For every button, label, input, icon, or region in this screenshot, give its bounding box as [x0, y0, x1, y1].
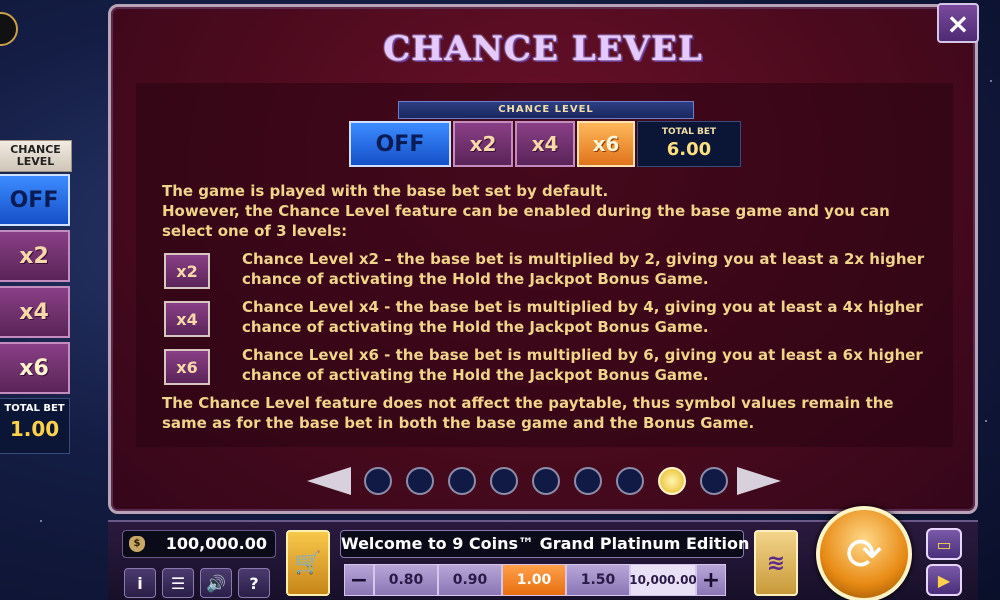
bet-selector: − 0.80 0.90 1.00 1.50 10,000.00 +	[344, 564, 726, 598]
star	[985, 420, 987, 422]
dialog-title: CHANCE LEVEL	[383, 29, 703, 69]
chance-level-dialog: CHANCE LEVEL × CHANCE LEVEL OFF x2 x4 x6…	[108, 3, 979, 514]
intro-line: The game is played with the base bet set…	[162, 182, 609, 200]
star	[40, 520, 42, 522]
page-dot[interactable]	[616, 467, 644, 495]
x4-level-icon: x4	[164, 301, 210, 337]
page-dots	[364, 467, 742, 495]
level-item-x2: x2 Chance Level x2 – the base bet is mul…	[164, 249, 934, 289]
page-navigation	[111, 463, 975, 499]
turbo-icon[interactable]: ▭	[926, 528, 962, 560]
page-dot[interactable]	[364, 467, 392, 495]
level-item-x6: x6 Chance Level x6 - the base bet is mul…	[164, 345, 934, 385]
side-chance-off-button[interactable]: OFF	[0, 174, 70, 226]
selector-total-bet: TOTAL BET 6.00	[637, 121, 741, 167]
x2-level-icon: x2	[164, 253, 210, 289]
prev-page-arrow-icon[interactable]	[307, 467, 351, 495]
selector-x6-button[interactable]: x6	[577, 121, 635, 167]
side-chance-x2-button[interactable]: x2	[0, 230, 70, 282]
menu-icon[interactable]: ☰	[162, 568, 194, 598]
bet-option[interactable]: 1.50	[566, 564, 630, 596]
selector-x2-button[interactable]: x2	[453, 121, 513, 167]
page-dot[interactable]	[574, 467, 602, 495]
star	[990, 80, 992, 82]
balance-display: $ 100,000.00	[122, 530, 276, 558]
bet-option-max[interactable]: 10,000.00	[629, 564, 697, 596]
page-dot[interactable]	[532, 467, 560, 495]
help-content-panel: CHANCE LEVEL OFF x2 x4 x6 TOTAL BET 6.00…	[136, 83, 953, 447]
help-icon[interactable]: ?	[238, 568, 270, 598]
page-dot-active[interactable]	[658, 467, 686, 495]
bet-option[interactable]: 0.80	[374, 564, 438, 596]
selector-header: CHANCE LEVEL	[398, 101, 694, 119]
selector-x4-button[interactable]: x4	[515, 121, 575, 167]
bet-option[interactable]: 0.90	[438, 564, 502, 596]
bottom-control-bar: $ 100,000.00 i ☰ 🔊 ? 🛒 Welcome to 9 Coin…	[108, 506, 978, 600]
outro-text: The Chance Level feature does not affect…	[162, 394, 894, 432]
info-icon[interactable]: i	[124, 568, 156, 598]
money-bag-icon: $	[129, 536, 145, 552]
shop-cart-icon[interactable]: 🛒	[286, 530, 330, 596]
side-total-bet-value: 1.00	[9, 417, 60, 441]
close-icon[interactable]: ×	[937, 3, 979, 43]
sound-icon[interactable]: 🔊	[200, 568, 232, 598]
side-chance-x6-button[interactable]: x6	[0, 342, 70, 394]
intro-text: The game is played with the base bet set…	[162, 181, 942, 241]
bet-increase-button[interactable]: +	[696, 564, 726, 596]
bet-option-selected[interactable]: 1.00	[502, 564, 566, 596]
level-description: Chance Level x4 - the base bet is multip…	[242, 298, 923, 336]
game-menu-button[interactable]	[0, 12, 18, 46]
level-description: Chance Level x6 - the base bet is multip…	[242, 346, 923, 384]
side-total-bet: TOTAL BET 1.00	[0, 398, 70, 454]
side-total-bet-label: TOTAL BET	[4, 403, 65, 414]
page-dot[interactable]	[490, 467, 518, 495]
selector-total-bet-value: 6.00	[666, 139, 712, 160]
page-dot[interactable]	[700, 467, 728, 495]
bet-decrease-button[interactable]: −	[344, 564, 374, 596]
play-icon[interactable]: ▶	[926, 564, 962, 596]
selector-off-button[interactable]: OFF	[349, 121, 451, 167]
level-description: Chance Level x2 – the base bet is multip…	[242, 250, 925, 288]
chance-selector: OFF x2 x4 x6 TOTAL BET 6.00	[349, 121, 741, 169]
page-dot[interactable]	[406, 467, 434, 495]
selector-total-bet-label: TOTAL BET	[661, 127, 717, 137]
side-chance-level-header: CHANCE LEVEL	[0, 140, 72, 172]
balance-value: 100,000.00	[165, 534, 267, 553]
side-chance-x4-button[interactable]: x4	[0, 286, 70, 338]
page-dot[interactable]	[448, 467, 476, 495]
welcome-ticker: Welcome to 9 Coins™ Grand Platinum Editi…	[340, 530, 749, 558]
x6-level-icon: x6	[164, 349, 210, 385]
autoplay-icon[interactable]: ≋	[754, 530, 798, 596]
intro-line: However, the Chance Level feature can be…	[162, 202, 890, 240]
spin-icon[interactable]: ⟳	[816, 506, 912, 600]
next-page-arrow-icon[interactable]	[737, 467, 781, 495]
level-item-x4: x4 Chance Level x4 - the base bet is mul…	[164, 297, 934, 337]
